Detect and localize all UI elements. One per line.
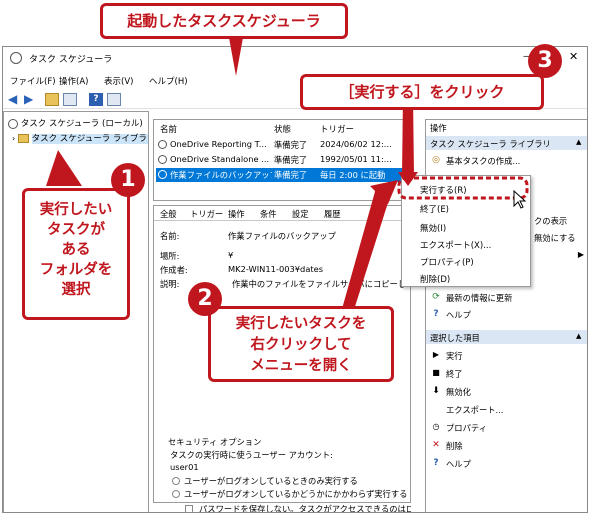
title-callout-text: 起動したタスクスケジューラ	[127, 12, 321, 30]
step2-line: 右クリックして	[250, 337, 352, 353]
step2-callout: 実行したいタスクを 右クリックして メニューを開く	[208, 306, 394, 382]
step1-line: フォルダを	[39, 262, 113, 278]
step3-callout: ［実行する］をクリック	[300, 74, 544, 110]
step3-number-badge: 3	[528, 44, 562, 78]
step1-line: ある	[61, 242, 91, 258]
step1-arrow	[46, 150, 82, 186]
step2-line: 実行したいタスクを	[235, 316, 367, 332]
step2-number-badge: 2	[188, 282, 222, 316]
run-highlight-box	[397, 176, 529, 200]
title-callout: 起動したタスクスケジューラ	[100, 3, 348, 39]
step2-line: メニューを開く	[250, 358, 352, 374]
mouse-cursor-icon	[513, 189, 527, 209]
step1-line: 選択	[61, 282, 91, 298]
step1-number-badge: 1	[111, 163, 145, 197]
step2-arrow	[340, 188, 392, 316]
step1-callout: 実行したい タスクが ある フォルダを 選択	[22, 188, 130, 320]
step1-line: 実行したい	[39, 202, 113, 218]
step3-callout-text: ［実行する］をクリック	[339, 83, 505, 101]
step1-line: タスクが	[47, 222, 105, 238]
